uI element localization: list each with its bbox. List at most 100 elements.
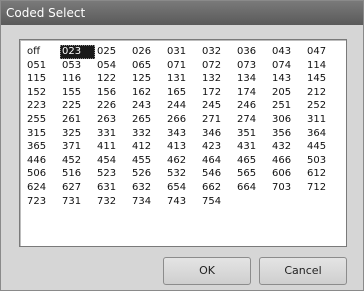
code-item[interactable]: 523: [95, 167, 130, 181]
code-item[interactable]: 343: [165, 127, 200, 141]
code-item[interactable]: 365: [25, 140, 60, 154]
code-item[interactable]: 311: [305, 113, 340, 127]
code-item[interactable]: 364: [305, 127, 340, 141]
code-item[interactable]: 532: [165, 167, 200, 181]
code-item[interactable]: 546: [200, 167, 235, 181]
code-item[interactable]: 454: [95, 154, 130, 168]
code-item[interactable]: 114: [305, 59, 340, 73]
code-item[interactable]: 051: [25, 59, 60, 73]
code-item[interactable]: 266: [165, 113, 200, 127]
code-item[interactable]: 116: [60, 72, 95, 86]
code-item[interactable]: 371: [60, 140, 95, 154]
code-item[interactable]: 155: [60, 86, 95, 100]
code-item[interactable]: 145: [305, 72, 340, 86]
code-item[interactable]: 047: [305, 45, 340, 59]
code-item[interactable]: 226: [95, 99, 130, 113]
code-item[interactable]: 306: [270, 113, 305, 127]
code-item[interactable]: 465: [235, 154, 270, 168]
code-item[interactable]: 413: [165, 140, 200, 154]
code-item[interactable]: 261: [60, 113, 95, 127]
code-item[interactable]: 115: [25, 72, 60, 86]
code-item[interactable]: 065: [130, 59, 165, 73]
code-item[interactable]: 466: [270, 154, 305, 168]
code-item[interactable]: 031: [165, 45, 200, 59]
code-item[interactable]: 036: [235, 45, 270, 59]
code-item[interactable]: 332: [130, 127, 165, 141]
code-item[interactable]: 331: [95, 127, 130, 141]
code-item[interactable]: 356: [270, 127, 305, 141]
code-list[interactable]: off 023 025 026 031 032 036 043 047 051 053 054 065 0…: [19, 39, 347, 247]
code-item[interactable]: 074: [270, 59, 305, 73]
code-item[interactable]: 432: [270, 140, 305, 154]
code-item[interactable]: 445: [305, 140, 340, 154]
code-item[interactable]: 315: [25, 127, 60, 141]
code-item[interactable]: 243: [130, 99, 165, 113]
code-item[interactable]: 156: [95, 86, 130, 100]
code-item[interactable]: 754: [200, 195, 235, 209]
code-item[interactable]: 263: [95, 113, 130, 127]
code-item[interactable]: 265: [130, 113, 165, 127]
code-item[interactable]: 664: [235, 181, 270, 195]
code-item[interactable]: 132: [200, 72, 235, 86]
code-item[interactable]: 246: [235, 99, 270, 113]
code-item[interactable]: 152: [25, 86, 60, 100]
code-item[interactable]: 462: [165, 154, 200, 168]
code-item[interactable]: 446: [25, 154, 60, 168]
code-item[interactable]: 255: [25, 113, 60, 127]
code-item[interactable]: 054: [95, 59, 130, 73]
code-item[interactable]: 712: [305, 181, 340, 195]
code-item[interactable]: 731: [60, 195, 95, 209]
code-item[interactable]: off: [25, 45, 60, 59]
code-item[interactable]: 624: [25, 181, 60, 195]
code-item[interactable]: 351: [235, 127, 270, 141]
code-item[interactable]: 174: [235, 86, 270, 100]
code-item[interactable]: 464: [200, 154, 235, 168]
code-item[interactable]: 165: [165, 86, 200, 100]
code-item[interactable]: 412: [130, 140, 165, 154]
code-item[interactable]: 244: [165, 99, 200, 113]
code-item[interactable]: 612: [305, 167, 340, 181]
ok-button[interactable]: OK: [163, 257, 251, 285]
code-item[interactable]: 703: [270, 181, 305, 195]
code-item[interactable]: 251: [270, 99, 305, 113]
code-item[interactable]: 212: [305, 86, 340, 100]
code-item[interactable]: 032: [200, 45, 235, 59]
code-item[interactable]: 073: [235, 59, 270, 73]
code-item[interactable]: 516: [60, 167, 95, 181]
code-item[interactable]: 346: [200, 127, 235, 141]
code-item[interactable]: 026: [130, 45, 165, 59]
code-item[interactable]: 225: [60, 99, 95, 113]
code-item[interactable]: 122: [95, 72, 130, 86]
code-item[interactable]: 606: [270, 167, 305, 181]
code-item[interactable]: 411: [95, 140, 130, 154]
code-item[interactable]: 734: [130, 195, 165, 209]
code-item[interactable]: 654: [165, 181, 200, 195]
code-item[interactable]: 565: [235, 167, 270, 181]
code-item[interactable]: 134: [235, 72, 270, 86]
code-item[interactable]: 431: [235, 140, 270, 154]
cancel-button[interactable]: Cancel: [259, 257, 347, 285]
code-item[interactable]: 503: [305, 154, 340, 168]
code-item[interactable]: 143: [270, 72, 305, 86]
code-item[interactable]: 506: [25, 167, 60, 181]
code-item[interactable]: 743: [165, 195, 200, 209]
code-item[interactable]: 252: [305, 99, 340, 113]
code-item[interactable]: 452: [60, 154, 95, 168]
code-item[interactable]: 632: [130, 181, 165, 195]
code-item[interactable]: 455: [130, 154, 165, 168]
code-item[interactable]: 223: [25, 99, 60, 113]
code-item[interactable]: 274: [235, 113, 270, 127]
code-item[interactable]: 526: [130, 167, 165, 181]
code-item[interactable]: 071: [165, 59, 200, 73]
code-item[interactable]: 072: [200, 59, 235, 73]
code-item[interactable]: 271: [200, 113, 235, 127]
code-item[interactable]: 732: [95, 195, 130, 209]
code-item[interactable]: 125: [130, 72, 165, 86]
code-item[interactable]: 662: [200, 181, 235, 195]
code-item[interactable]: 131: [165, 72, 200, 86]
code-item[interactable]: 325: [60, 127, 95, 141]
code-item-selected[interactable]: 023: [60, 45, 95, 59]
code-item[interactable]: 723: [25, 195, 60, 209]
code-item[interactable]: 627: [60, 181, 95, 195]
code-item[interactable]: 162: [130, 86, 165, 100]
